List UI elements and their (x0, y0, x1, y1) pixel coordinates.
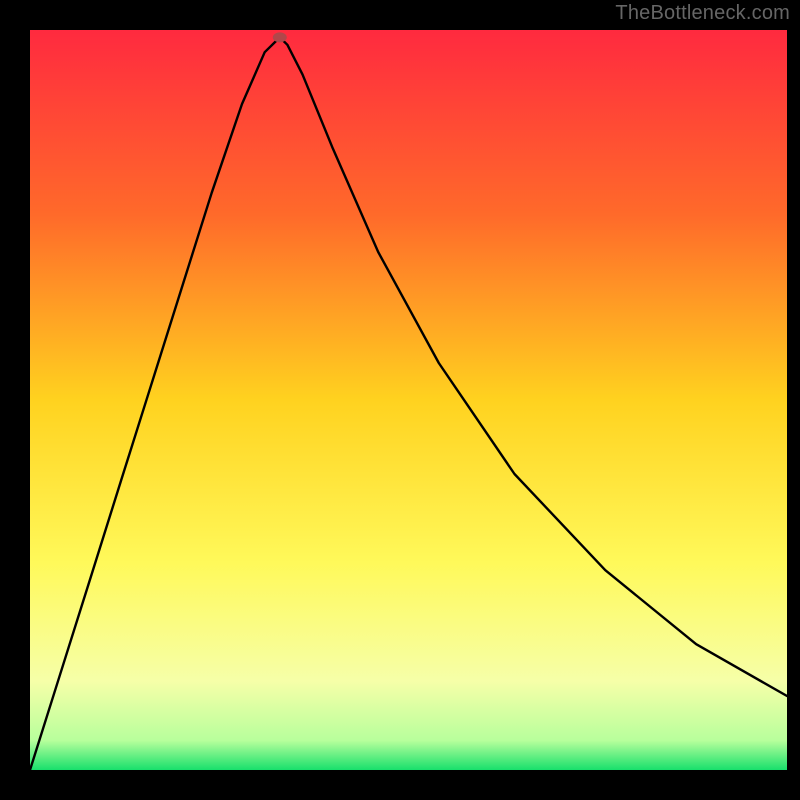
marker-dot (273, 32, 287, 42)
gradient-background (30, 30, 787, 770)
chart-svg (30, 30, 787, 770)
plot-area (30, 30, 787, 770)
chart-stage: TheBottleneck.com (0, 0, 800, 800)
watermark-text: TheBottleneck.com (615, 2, 790, 25)
